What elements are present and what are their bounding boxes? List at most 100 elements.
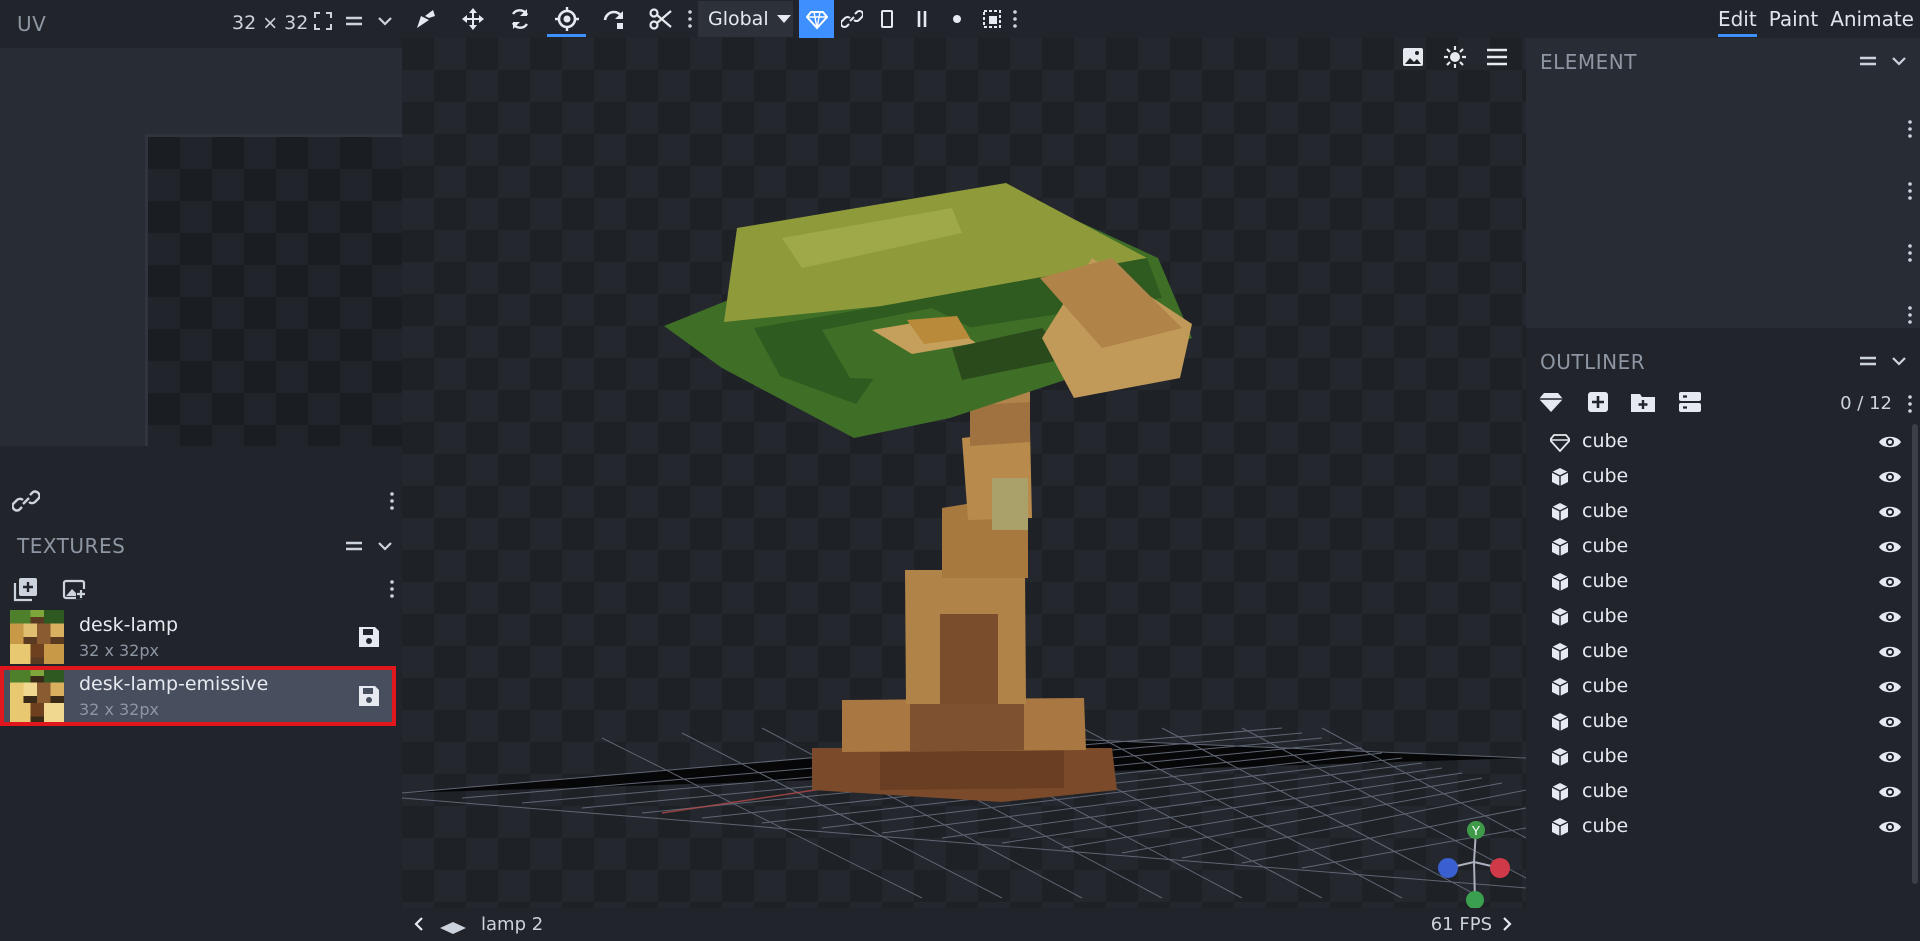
outliner-list: cube cube cube cube cube cube cube cube …	[1526, 424, 1920, 884]
move-tool-icon	[416, 10, 435, 28]
chevron-right-icon[interactable]	[1498, 915, 1516, 933]
cube-icon	[1550, 572, 1570, 592]
vertex-snap-tool-button[interactable]	[590, 0, 637, 38]
toggle-vertices[interactable]	[939, 0, 974, 38]
cube-icon	[1550, 677, 1570, 697]
image-icon[interactable]	[1398, 42, 1428, 72]
outliner-overflow-icon[interactable]	[1908, 395, 1912, 413]
add-group-icon[interactable]	[1630, 390, 1656, 414]
outliner-item[interactable]: cube	[1526, 704, 1906, 739]
visibility-eye-icon[interactable]	[1878, 467, 1902, 487]
panel-overflow-icon[interactable]	[390, 492, 394, 510]
chevron-down-icon[interactable]	[374, 10, 396, 32]
outliner-item[interactable]: cube	[1526, 529, 1906, 564]
toggle-linked-selection[interactable]	[834, 0, 869, 38]
visibility-eye-icon[interactable]	[1878, 642, 1902, 662]
outliner-item[interactable]: cube	[1526, 669, 1906, 704]
chevron-left-icon[interactable]	[410, 915, 428, 933]
import-texture-icon[interactable]	[61, 576, 87, 602]
3d-viewport[interactable]: Y	[402, 38, 1526, 908]
outliner-item[interactable]: cube	[1526, 599, 1906, 634]
toolbar-overflow-icon-2[interactable]	[1009, 0, 1021, 38]
outliner-item-label: cube	[1582, 710, 1629, 732]
collapse-all-icon[interactable]	[1678, 390, 1702, 414]
outliner-item[interactable]: cube	[1526, 564, 1906, 599]
panel-menu-icon[interactable]	[343, 10, 365, 32]
texture-item-desk-lamp-emissive[interactable]: desk-lamp-emissive 32 x 32px	[0, 666, 396, 726]
tab-animate[interactable]: Animate	[1824, 0, 1920, 38]
cube-icon	[1550, 537, 1570, 557]
overflow-icon[interactable]	[1908, 244, 1912, 262]
outliner-item[interactable]: cube	[1526, 774, 1906, 809]
scene-name: lamp 2	[481, 914, 544, 935]
visibility-eye-icon[interactable]	[1878, 432, 1902, 452]
tab-paint[interactable]: Paint	[1763, 0, 1825, 38]
chevron-down-icon[interactable]	[1888, 350, 1910, 372]
visibility-eye-icon[interactable]	[1878, 537, 1902, 557]
outliner-item[interactable]: cube	[1526, 494, 1906, 529]
tab-edit[interactable]: Edit	[1712, 0, 1763, 38]
move-tool-button[interactable]	[402, 0, 449, 38]
overflow-icon[interactable]	[1908, 306, 1912, 324]
transform-space-value: Global	[708, 8, 769, 30]
cut-tool-button[interactable]	[637, 0, 684, 38]
transform-space-select[interactable]: Global	[698, 1, 793, 37]
add-cube-icon[interactable]	[1586, 390, 1610, 414]
visibility-eye-icon[interactable]	[1878, 712, 1902, 732]
visibility-eye-icon[interactable]	[1878, 817, 1902, 837]
overflow-icon[interactable]	[1908, 182, 1912, 200]
cube-icon	[1550, 712, 1570, 732]
outliner-scrollbar[interactable]	[1912, 424, 1918, 884]
panel-menu-icon[interactable]	[343, 535, 365, 557]
save-icon[interactable]	[356, 624, 382, 650]
textures-overflow-icon[interactable]	[390, 580, 394, 598]
texture-thumbnail	[10, 610, 64, 664]
outliner-panel-title: OUTLINER	[1540, 350, 1646, 374]
panel-menu-icon[interactable]	[1857, 50, 1879, 72]
outliner-item[interactable]: cube	[1526, 739, 1906, 774]
chevron-down-icon[interactable]	[1888, 50, 1910, 72]
gem-icon	[1548, 432, 1572, 453]
link-icon[interactable]	[11, 488, 41, 514]
overflow-icon[interactable]	[1908, 120, 1912, 138]
toggle-selection-box[interactable]	[974, 0, 1009, 38]
save-icon[interactable]	[356, 683, 382, 709]
toggle-edges[interactable]	[904, 0, 939, 38]
panel-menu-icon[interactable]	[1857, 350, 1879, 372]
outliner-item[interactable]: cube	[1526, 634, 1906, 669]
pivot-tool-button[interactable]	[543, 0, 590, 38]
visibility-eye-icon[interactable]	[1878, 607, 1902, 627]
outliner-count: 0 / 12	[1840, 393, 1892, 414]
visibility-eye-icon[interactable]	[1878, 677, 1902, 697]
element-panel-title: ELEMENT	[1540, 50, 1637, 74]
axis-gizmo[interactable]: Y	[1430, 818, 1520, 908]
uv-editor[interactable]	[0, 48, 402, 446]
toolbar-overflow-icon[interactable]	[684, 0, 696, 38]
toggle-single-face[interactable]	[869, 0, 904, 38]
cube-icon	[1550, 817, 1570, 837]
textures-panel-title: TEXTURES	[17, 534, 126, 558]
menu-icon[interactable]	[1482, 42, 1512, 72]
outliner-item[interactable]: cube	[1526, 459, 1906, 494]
visibility-eye-icon[interactable]	[1878, 572, 1902, 592]
texture-item-desk-lamp[interactable]: desk-lamp 32 x 32px	[0, 607, 396, 667]
visibility-eye-icon[interactable]	[1878, 502, 1902, 522]
add-texture-icon[interactable]	[13, 576, 39, 602]
outliner-item[interactable]: cube	[1526, 424, 1906, 459]
add-mesh-icon[interactable]	[1538, 390, 1564, 414]
translate-tool-button[interactable]	[449, 0, 496, 38]
chevron-down-icon[interactable]	[374, 535, 396, 557]
visibility-eye-icon[interactable]	[1878, 782, 1902, 802]
visibility-eye-icon[interactable]	[1878, 747, 1902, 767]
rotate-tool-button[interactable]	[496, 0, 543, 38]
outliner-item[interactable]: cube	[1526, 809, 1906, 844]
uv-canvas[interactable]	[145, 134, 402, 446]
edges-icon	[917, 11, 926, 27]
fullscreen-icon[interactable]	[312, 10, 334, 32]
right-sidebar: ELEMENT OUTLINER 0 / 12 cube cube cube c…	[1526, 38, 1920, 941]
outliner-item-label: cube	[1582, 605, 1629, 627]
outliner-item-label: cube	[1582, 465, 1629, 487]
uv-size-label[interactable]: 32 ⨯ 32	[232, 12, 308, 34]
brightness-icon[interactable]	[1440, 42, 1470, 72]
toggle-mirror-modeling[interactable]	[799, 0, 834, 38]
